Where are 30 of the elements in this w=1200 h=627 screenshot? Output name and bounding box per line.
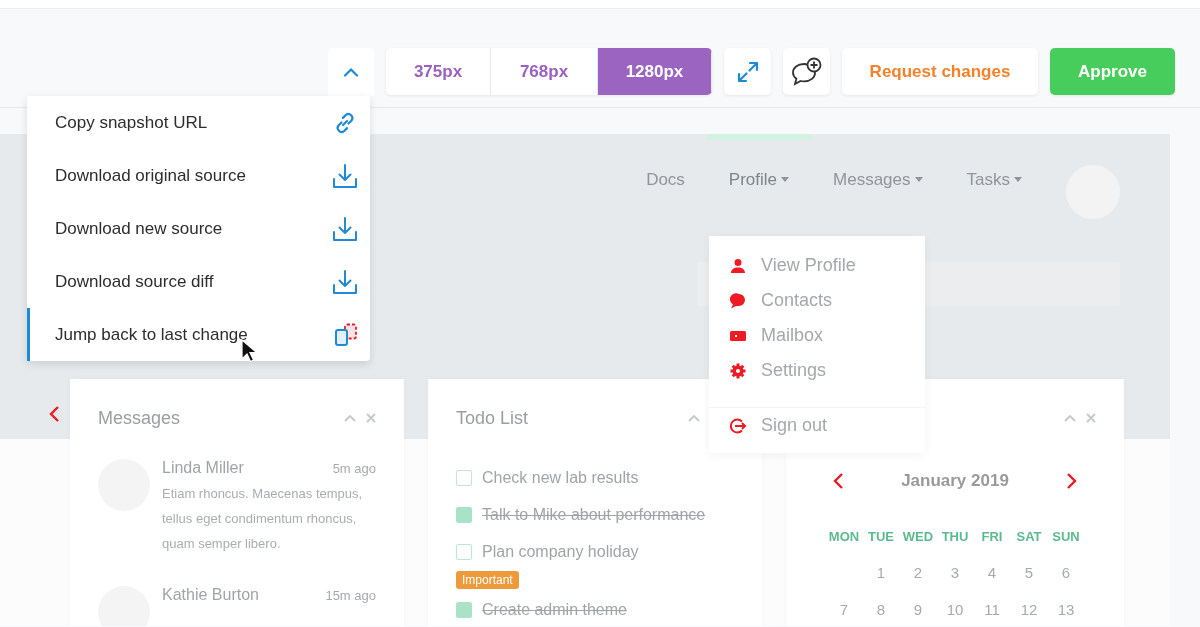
dropdown-item-label: Mailbox [761, 325, 824, 346]
todo-text: Create admin theme [482, 600, 627, 619]
weekday-label: THU [940, 529, 970, 544]
todo-text: Talk to Mike about performance [482, 505, 706, 524]
weekday-label: SUN [1051, 529, 1081, 544]
weekday-label: TUE [867, 529, 895, 544]
todo-text: Plan company holiday [482, 542, 639, 561]
menu-item-label: Download source diff [55, 271, 214, 292]
card-title: Messages [98, 407, 181, 429]
dropdown-item-label: Sign out [761, 415, 828, 436]
menu-item-label: Copy snapshot URL [55, 112, 208, 133]
weekday-label: FRI [980, 529, 1004, 544]
dropdown-item-label: View Profile [761, 255, 856, 276]
menu-item-label: Download original source [55, 165, 246, 186]
todo-text: Check new lab results [482, 468, 639, 487]
tag: Important [456, 571, 519, 589]
card-title: Todo List [456, 407, 529, 429]
sender-name: Linda Miller [162, 459, 244, 477]
weekday-label: WED [901, 529, 935, 544]
weekday-label: MON [827, 529, 861, 544]
menu-item-label: Jump back to last change [55, 324, 248, 345]
message-text: Etiam rhoncus. Maecenas tempus, tellus eget condimentum rhoncus, quam semper libero. [162, 485, 364, 553]
message-time: 15m ago [325, 588, 376, 603]
dropdown-item-label: Settings [761, 360, 827, 381]
sender-name: Kathie Burton [162, 586, 259, 604]
message-time: 5m ago [332, 461, 376, 476]
month-title: January 2019 [901, 471, 1009, 491]
dropdown-item-label: Contacts [761, 290, 833, 311]
weekday-label: SAT [1015, 529, 1043, 544]
menu-item-label: Download new source [55, 218, 223, 239]
